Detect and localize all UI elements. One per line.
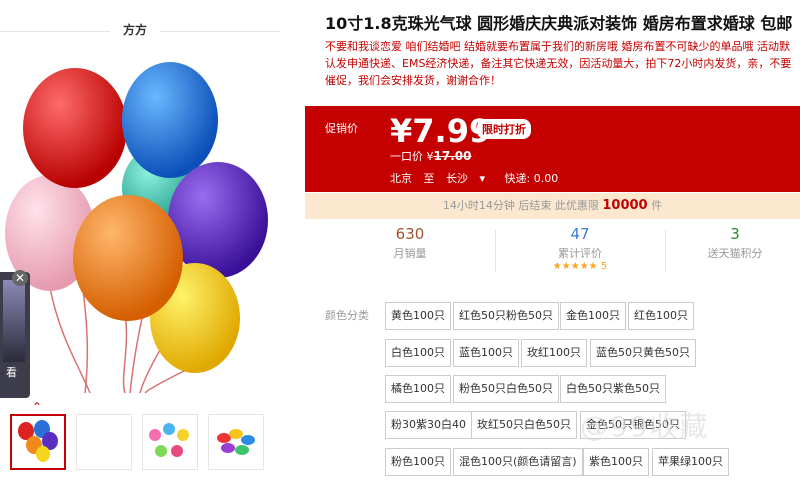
divider <box>495 230 496 272</box>
flower-dot <box>177 429 189 441</box>
thumbnail-blank[interactable] <box>76 414 132 470</box>
thumbnail-balloon-pile[interactable] <box>208 414 264 470</box>
option-button[interactable]: 蓝色50只黄色50只 <box>590 339 696 367</box>
option-button[interactable]: 白色100只 <box>385 339 451 367</box>
option-button[interactable]: 混色100只(颜色请留言) <box>453 448 583 476</box>
stat-value: 630 <box>395 225 425 243</box>
divider <box>0 31 110 32</box>
balloons-illustration <box>5 62 268 394</box>
video-preview <box>3 280 25 362</box>
ship-from: 北京 <box>390 172 412 185</box>
original-price-label: 一口价 ¥ <box>390 150 434 163</box>
tmall-points: 3 送天猫积分 <box>670 225 800 261</box>
thumbnail-balloon-flowers[interactable] <box>142 414 198 470</box>
product-description: 不要和我谈恋爱 咱们结婚吧 结婚就要布置属于我们的新房哦 婚房布置不可缺少的单品… <box>325 40 792 87</box>
close-icon[interactable]: ✕ <box>12 270 28 286</box>
stat-value: 47 <box>570 225 590 243</box>
rating-stars: ★★★★★ 5 <box>500 261 660 272</box>
stars-icon: ★★★★★ <box>552 261 598 272</box>
option-button[interactable]: 粉30紫30白40 <box>385 411 472 439</box>
option-button[interactable]: 黄色100只 <box>385 302 451 330</box>
main-product-image[interactable] <box>0 48 290 398</box>
product-title: 10寸1.8克珠光气球 圆形婚庆庆典派对装饰 婚房布置求婚球 包邮 <box>325 14 793 33</box>
product-gallery: 方方 看 ✕ ⌃ <box>0 0 305 480</box>
monthly-sales: 630 月销量 <box>330 225 490 261</box>
pile-dot <box>241 435 255 445</box>
stat-label: 累计评价 <box>558 247 602 260</box>
floating-video-thumb[interactable]: 看 <box>0 272 30 398</box>
chevron-down-icon: ▾ <box>479 172 486 185</box>
option-button[interactable]: 粉色100只 <box>385 448 451 476</box>
flower-dot <box>155 445 167 457</box>
shop-name[interactable]: 方方 <box>110 21 160 38</box>
option-button[interactable]: 玫红50只白色50只 <box>471 411 577 439</box>
balloon-dot <box>36 446 50 462</box>
product-info: 10寸1.8克珠光气球 圆形婚庆庆典派对装饰 婚房布置求婚球 包邮 不要和我谈恋… <box>305 0 800 480</box>
rating-value: 5 <box>600 261 608 272</box>
shipping-info: 北京 至 长沙 ▾ 快递: 0.00 <box>390 170 566 186</box>
color-options-label: 颜色分类 <box>325 309 369 322</box>
original-price-value: 17.00 <box>433 149 472 163</box>
pile-dot <box>235 445 249 455</box>
chevron-up-icon[interactable]: ⌃ <box>32 400 42 414</box>
currency-symbol: ¥ <box>390 112 413 150</box>
ship-to-label: 至 <box>423 172 435 185</box>
option-button[interactable]: 金色100只 <box>560 302 626 330</box>
option-button[interactable]: 粉色50只白色50只 <box>453 375 559 403</box>
watch-label: 看 <box>6 366 17 379</box>
divider <box>665 230 666 272</box>
option-button[interactable]: 蓝色100只 <box>453 339 519 367</box>
price-panel: 促销价 ¥7.99 限时打折 一口价 ¥17.00 北京 至 长沙 ▾ 快递: … <box>305 106 800 192</box>
stat-value: 3 <box>730 225 740 243</box>
pile-dot <box>221 443 235 453</box>
divider <box>160 31 280 32</box>
stat-label: 月销量 <box>393 247 427 260</box>
stats-row: 630 月销量 47 累计评价 ★★★★★ 5 3 送天猫积分 <box>305 225 800 280</box>
stat-label: 送天猫积分 <box>707 247 763 260</box>
flower-dot <box>149 429 161 441</box>
option-button[interactable]: 红色50只粉色50只 <box>453 302 559 330</box>
ship-to-select[interactable]: 长沙 ▾ <box>446 172 493 185</box>
watermark: @99收藏 <box>580 410 710 443</box>
thumbnail-balloons-main[interactable] <box>10 414 66 470</box>
limit-unit: 件 <box>651 199 663 212</box>
ship-to-city: 长沙 <box>446 172 468 185</box>
total-reviews[interactable]: 47 累计评价 ★★★★★ 5 <box>500 225 660 272</box>
option-button[interactable]: 橘色100只 <box>385 375 451 403</box>
option-button[interactable]: 玫红100只 <box>521 339 587 367</box>
original-price: 一口价 ¥17.00 <box>390 148 471 164</box>
promo-price-label: 促销价 <box>325 122 358 135</box>
flower-dot <box>163 423 175 435</box>
thumbnail-strip <box>10 414 264 470</box>
countdown-bar: 14小时14分钟 后结束 此优惠限 10000 件 <box>305 193 800 219</box>
option-button[interactable]: 紫色100只 <box>583 448 649 476</box>
option-button[interactable]: 白色50只紫色50只 <box>560 375 666 403</box>
countdown-text: 14小时14分钟 后结束 此优惠限 <box>442 199 599 212</box>
flower-dot <box>171 445 183 457</box>
option-button[interactable]: 红色100只 <box>628 302 694 330</box>
limited-discount-badge: 限时打折 <box>477 119 531 139</box>
limit-count: 10000 <box>602 198 648 213</box>
shipping-fee: 快递: 0.00 <box>504 172 559 185</box>
option-button[interactable]: 苹果绿100只 <box>652 448 729 476</box>
